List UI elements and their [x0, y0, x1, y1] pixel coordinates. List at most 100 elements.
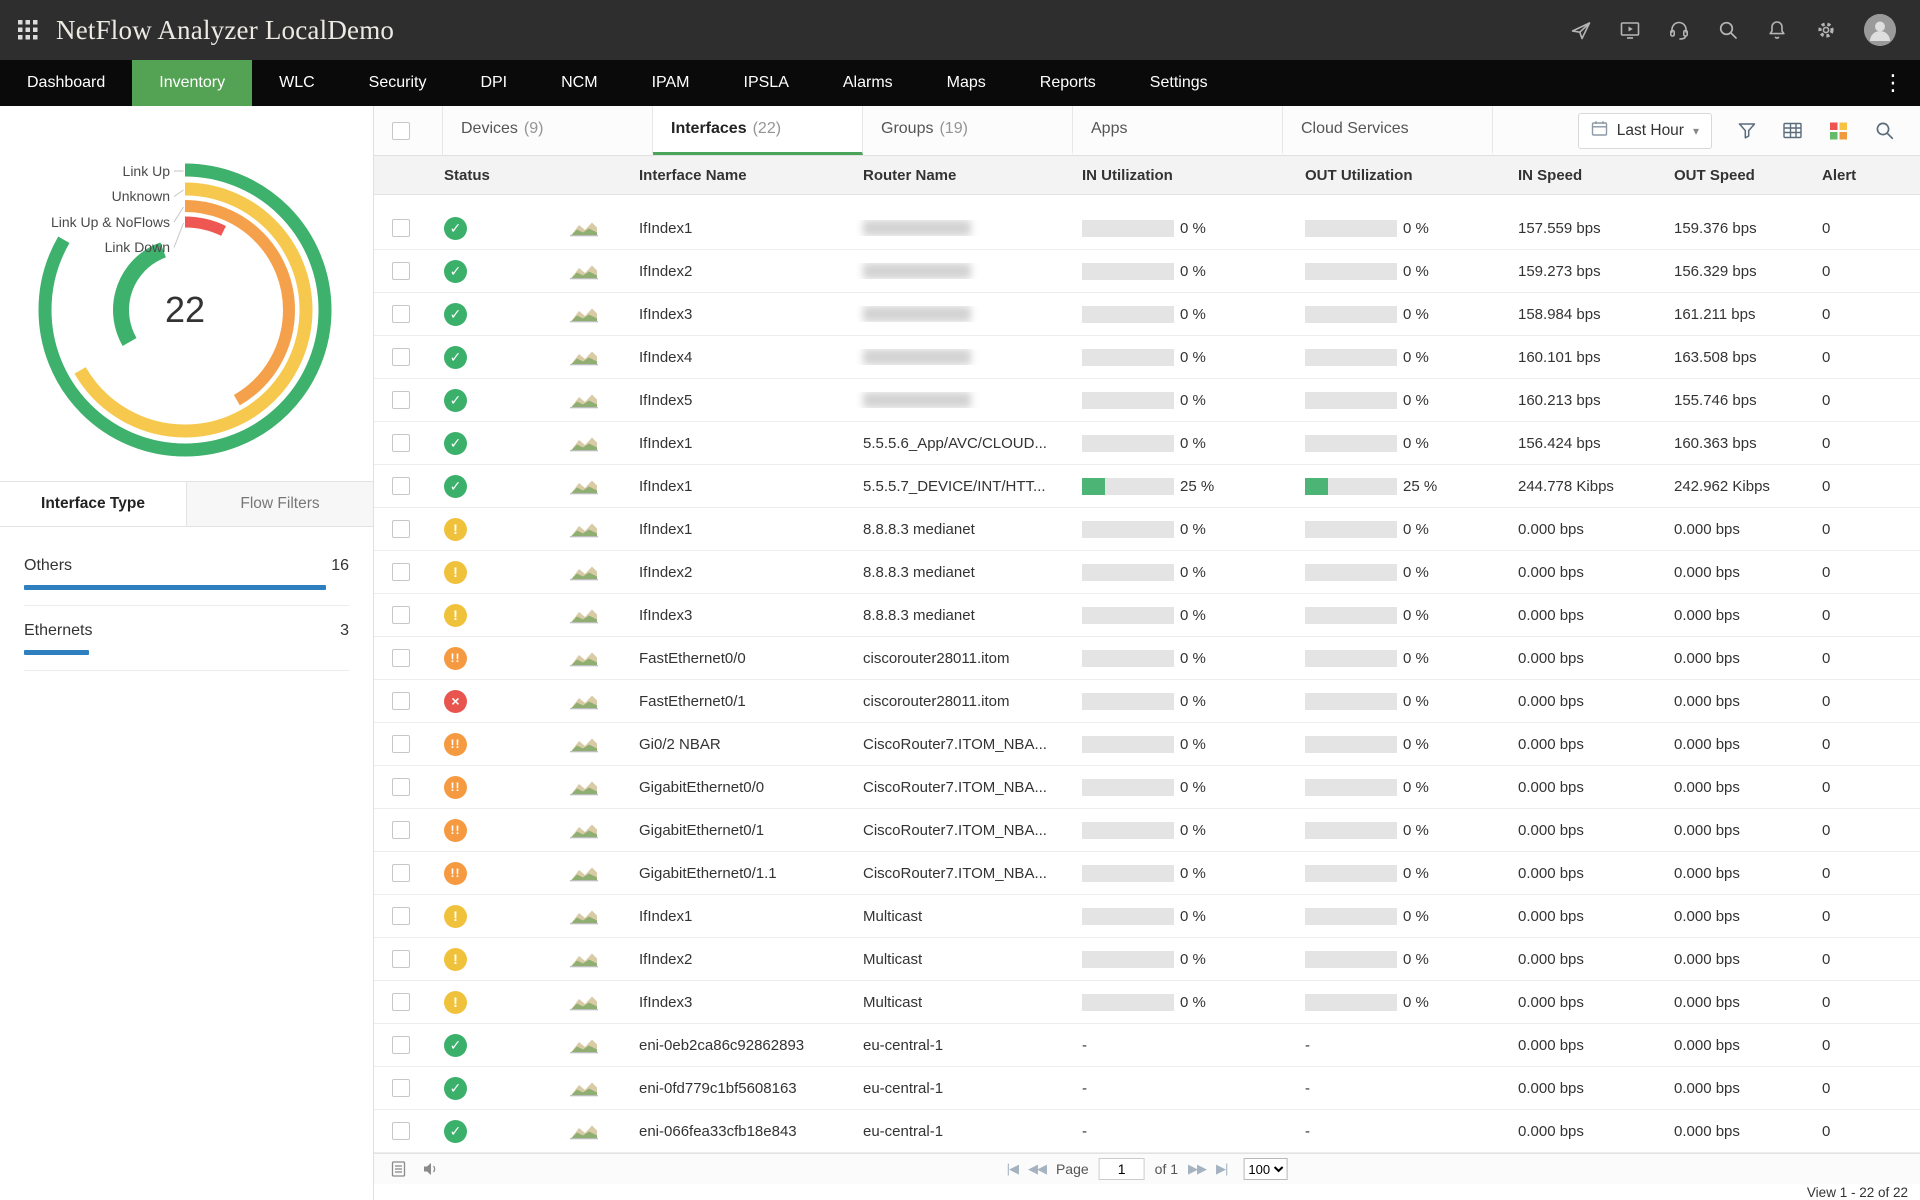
traffic-graph-icon[interactable]	[569, 347, 599, 368]
table-row[interactable]: ! IfIndex2Multicast0 %0 %0.000 bps0.000 …	[374, 938, 1920, 981]
table-row[interactable]: ✓ IfIndex20 %0 %159.273 bps156.329 bps0	[374, 250, 1920, 293]
row-checkbox[interactable]	[392, 477, 410, 495]
apps-grid-icon[interactable]	[18, 20, 38, 40]
nav-item-ipsla[interactable]: IPSLA	[717, 60, 816, 106]
column-header-interface-name[interactable]: Interface Name	[632, 167, 856, 184]
row-checkbox[interactable]	[392, 1122, 410, 1140]
column-header-in-utilization[interactable]: IN Utilization	[1074, 167, 1298, 184]
nav-item-security[interactable]: Security	[342, 60, 454, 106]
traffic-graph-icon[interactable]	[569, 992, 599, 1013]
global-search-icon[interactable]	[1717, 19, 1739, 41]
table-row[interactable]: !! Gi0/2 NBARCiscoRouter7.ITOM_NBA...0 %…	[374, 723, 1920, 766]
row-checkbox[interactable]	[392, 649, 410, 667]
row-checkbox[interactable]	[392, 262, 410, 280]
table-row[interactable]: ✓ IfIndex50 %0 %160.213 bps155.746 bps0	[374, 379, 1920, 422]
search-icon[interactable]	[1874, 120, 1895, 141]
inventory-tab-interfaces[interactable]: Interfaces(22)	[653, 106, 863, 155]
column-header-router-name[interactable]: Router Name	[856, 167, 1074, 184]
nav-item-reports[interactable]: Reports	[1013, 60, 1123, 106]
slideshow-icon[interactable]	[422, 1160, 440, 1178]
interface-type-row-ethernets[interactable]: Ethernets3	[24, 622, 349, 671]
sidebar-tab-flow-filters[interactable]: Flow Filters	[187, 482, 373, 526]
time-range-select[interactable]: Last Hour ▾	[1578, 113, 1712, 149]
table-view-icon[interactable]	[1782, 120, 1803, 141]
traffic-graph-icon[interactable]	[569, 777, 599, 798]
table-row[interactable]: !! GigabitEthernet0/1CiscoRouter7.ITOM_N…	[374, 809, 1920, 852]
traffic-graph-icon[interactable]	[569, 390, 599, 411]
row-checkbox[interactable]	[392, 1079, 410, 1097]
nav-item-maps[interactable]: Maps	[920, 60, 1013, 106]
nav-item-inventory[interactable]: Inventory	[132, 60, 252, 106]
sidebar-tab-interface-type[interactable]: Interface Type	[0, 482, 187, 526]
traffic-graph-icon[interactable]	[569, 691, 599, 712]
table-row[interactable]: !! GigabitEthernet0/1.1CiscoRouter7.ITOM…	[374, 852, 1920, 895]
traffic-graph-icon[interactable]	[569, 261, 599, 282]
traffic-graph-icon[interactable]	[569, 648, 599, 669]
nav-item-ncm[interactable]: NCM	[534, 60, 624, 106]
row-checkbox[interactable]	[392, 219, 410, 237]
traffic-graph-icon[interactable]	[569, 304, 599, 325]
table-row[interactable]: ! IfIndex18.8.8.3 medianet0 %0 %0.000 bp…	[374, 508, 1920, 551]
traffic-graph-icon[interactable]	[569, 949, 599, 970]
table-row[interactable]: ✓ eni-066fea33cfb18e843eu-central-1--0.0…	[374, 1110, 1920, 1153]
traffic-graph-icon[interactable]	[569, 605, 599, 626]
row-checkbox[interactable]	[392, 1036, 410, 1054]
getting-started-rocket-icon[interactable]	[1570, 19, 1592, 41]
page-size-select[interactable]: 100	[1243, 1158, 1287, 1180]
user-avatar[interactable]	[1864, 14, 1896, 46]
traffic-graph-icon[interactable]	[569, 218, 599, 239]
nav-item-dashboard[interactable]: Dashboard	[0, 60, 132, 106]
page-input[interactable]	[1099, 1158, 1145, 1180]
table-row[interactable]: ✓ IfIndex15.5.5.7_DEVICE/INT/HTT...25 %2…	[374, 465, 1920, 508]
row-checkbox[interactable]	[392, 950, 410, 968]
column-header-status[interactable]: Status	[436, 167, 564, 184]
export-icon[interactable]	[390, 1160, 408, 1178]
nav-item-ipam[interactable]: IPAM	[625, 60, 717, 106]
settings-gear-icon[interactable]	[1815, 19, 1837, 41]
row-checkbox[interactable]	[392, 563, 410, 581]
table-row[interactable]: ✓ IfIndex15.5.5.6_App/AVC/CLOUD...0 %0 %…	[374, 422, 1920, 465]
row-checkbox[interactable]	[392, 348, 410, 366]
table-row[interactable]: !! FastEthernet0/0ciscorouter28011.itom0…	[374, 637, 1920, 680]
table-row[interactable]: ✓ IfIndex10 %0 %157.559 bps159.376 bps0	[374, 207, 1920, 250]
table-row[interactable]: ! IfIndex3Multicast0 %0 %0.000 bps0.000 …	[374, 981, 1920, 1024]
traffic-graph-icon[interactable]	[569, 1121, 599, 1142]
column-header-out-speed[interactable]: OUT Speed	[1666, 167, 1814, 184]
nav-overflow-icon[interactable]: ⋮	[1866, 60, 1920, 106]
nav-item-dpi[interactable]: DPI	[453, 60, 534, 106]
row-checkbox[interactable]	[392, 434, 410, 452]
interface-type-row-others[interactable]: Others16	[24, 557, 349, 606]
traffic-graph-icon[interactable]	[569, 820, 599, 841]
row-checkbox[interactable]	[392, 993, 410, 1011]
inventory-tab-groups[interactable]: Groups(19)	[863, 106, 1073, 155]
row-checkbox[interactable]	[392, 735, 410, 753]
table-row[interactable]: ! IfIndex28.8.8.3 medianet0 %0 %0.000 bp…	[374, 551, 1920, 594]
prev-page-button[interactable]: ◀◀	[1028, 1161, 1046, 1177]
last-page-button[interactable]: ▶|	[1216, 1161, 1227, 1177]
row-checkbox[interactable]	[392, 907, 410, 925]
traffic-graph-icon[interactable]	[569, 519, 599, 540]
filter-icon[interactable]	[1737, 121, 1757, 141]
traffic-graph-icon[interactable]	[569, 906, 599, 927]
table-row[interactable]: !! GigabitEthernet0/0CiscoRouter7.ITOM_N…	[374, 766, 1920, 809]
table-row[interactable]: ✓ eni-0fd779c1bf5608163eu-central-1--0.0…	[374, 1067, 1920, 1110]
table-row[interactable]: ! IfIndex1Multicast0 %0 %0.000 bps0.000 …	[374, 895, 1920, 938]
next-page-button[interactable]: ▶▶	[1188, 1161, 1206, 1177]
column-header-alert[interactable]: Alert	[1814, 167, 1920, 184]
row-checkbox[interactable]	[392, 520, 410, 538]
nav-item-settings[interactable]: Settings	[1123, 60, 1235, 106]
traffic-graph-icon[interactable]	[569, 1078, 599, 1099]
traffic-graph-icon[interactable]	[569, 1035, 599, 1056]
traffic-graph-icon[interactable]	[569, 433, 599, 454]
support-headset-icon[interactable]	[1668, 19, 1690, 41]
inventory-tab-cloud-services[interactable]: Cloud Services	[1283, 106, 1493, 155]
heatmap-view-icon[interactable]	[1828, 120, 1849, 141]
table-row[interactable]: ✓ eni-0eb2ca86c92862893eu-central-1--0.0…	[374, 1024, 1920, 1067]
row-checkbox[interactable]	[392, 606, 410, 624]
traffic-graph-icon[interactable]	[569, 734, 599, 755]
traffic-graph-icon[interactable]	[569, 562, 599, 583]
row-checkbox[interactable]	[392, 391, 410, 409]
select-all-checkbox[interactable]	[392, 122, 410, 140]
table-row[interactable]: ✓ IfIndex40 %0 %160.101 bps163.508 bps0	[374, 336, 1920, 379]
row-checkbox[interactable]	[392, 821, 410, 839]
